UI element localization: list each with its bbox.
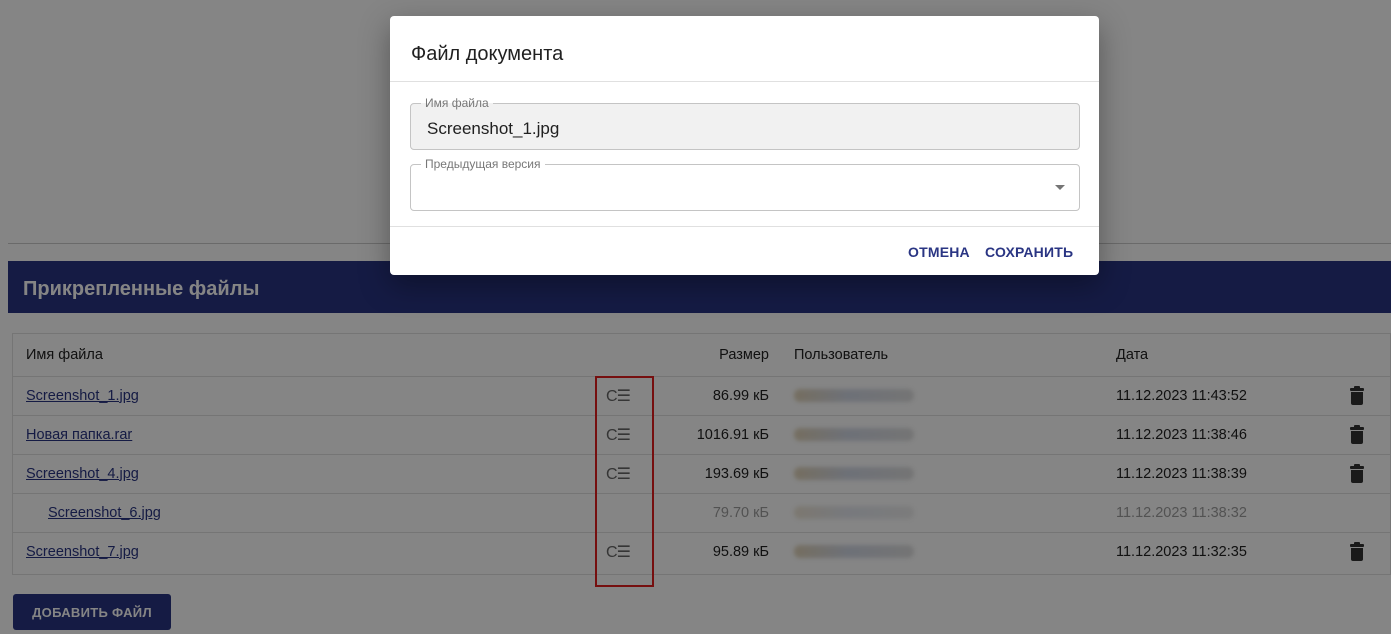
caret-down-icon[interactable] xyxy=(1055,185,1065,190)
filename-value: Screenshot_1.jpg xyxy=(427,119,560,138)
filename-field[interactable]: Имя файла Screenshot_1.jpg xyxy=(410,96,1080,150)
cancel-button[interactable]: ОТМЕНА xyxy=(908,244,970,260)
filename-label: Имя файла xyxy=(421,96,493,110)
dialog-title: Файл документа xyxy=(390,16,1099,82)
previous-version-label: Предыдущая версия xyxy=(421,157,545,171)
dialog-actions: ОТМЕНА СОХРАНИТЬ xyxy=(390,226,1099,275)
document-file-dialog: Файл документа Имя файла Screenshot_1.jp… xyxy=(390,16,1099,275)
previous-version-select[interactable]: Предыдущая версия xyxy=(410,157,1080,211)
save-button[interactable]: СОХРАНИТЬ xyxy=(985,244,1073,260)
